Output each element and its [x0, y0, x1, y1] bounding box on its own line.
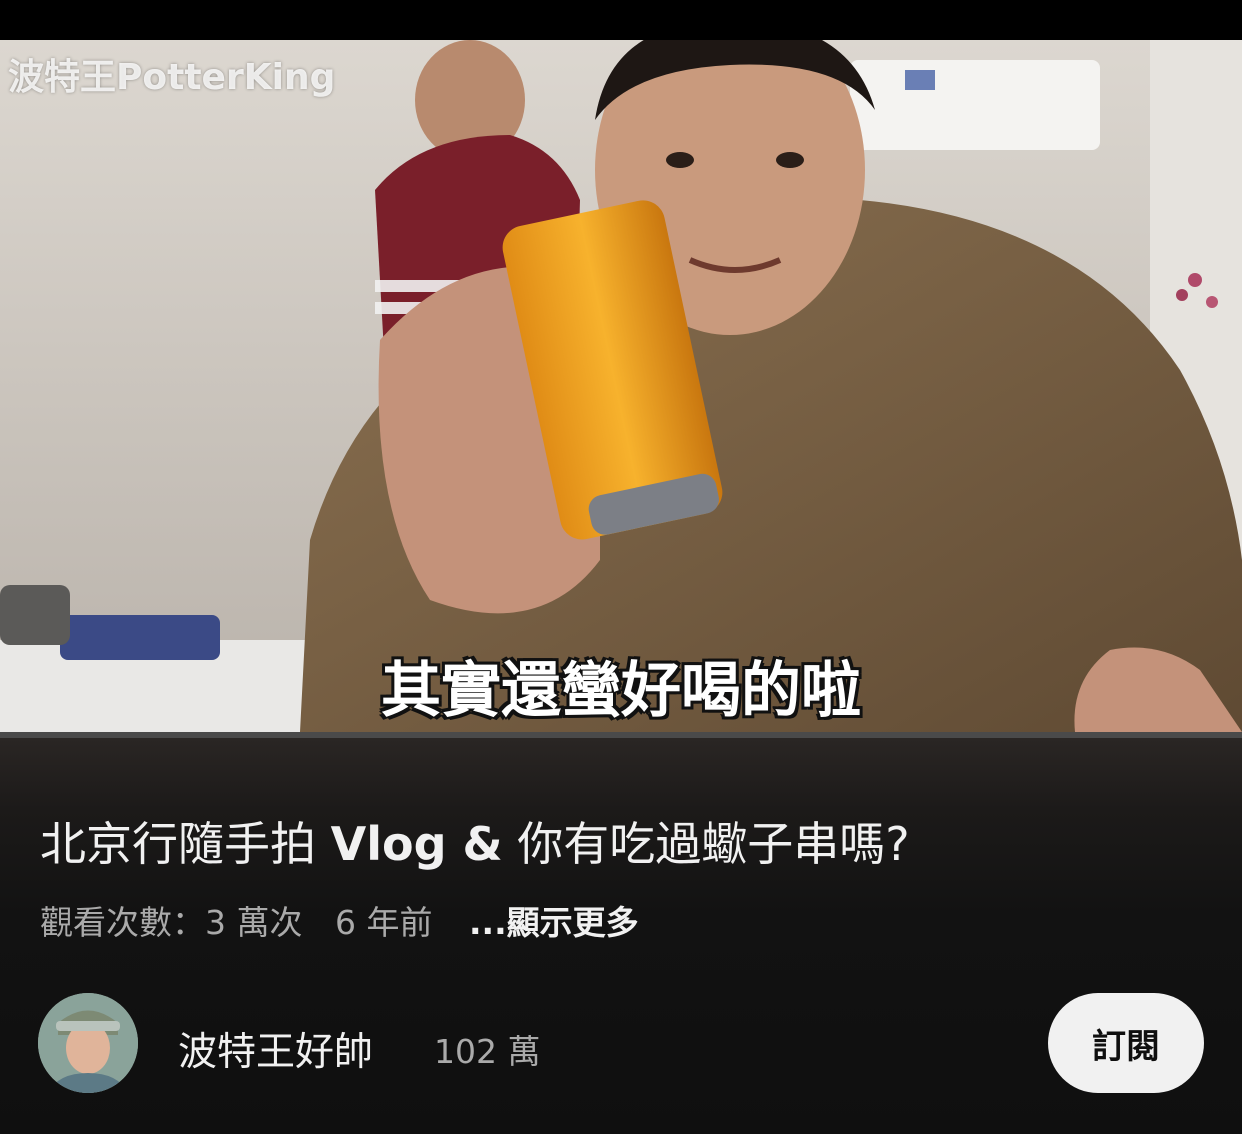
status-area — [0, 0, 1242, 40]
subscribe-button[interactable]: 訂閱 — [1048, 993, 1204, 1093]
video-title[interactable]: 北京行隨手拍 Vlog & 你有吃過蠍子串嗎? — [40, 808, 1220, 874]
video-meta[interactable]: 觀看次數：3 萬次 6 年前 ...顯示更多 — [40, 896, 639, 944]
avatar-icon — [38, 993, 138, 1093]
subscriber-count: 102 萬 — [434, 1032, 541, 1071]
channel-avatar[interactable] — [38, 993, 138, 1093]
video-subtitle: 其實還蠻好喝的啦 — [380, 655, 863, 728]
channel-row: 波特王好帥 102 萬 訂閱 — [0, 993, 1242, 1093]
channel-name[interactable]: 波特王好帥 — [178, 1021, 373, 1077]
title-strong: Vlog & — [330, 817, 503, 871]
video-frame — [0, 40, 1242, 732]
show-more-link[interactable]: ...顯示更多 — [469, 896, 639, 944]
view-count: 觀看次數：3 萬次 — [40, 903, 303, 942]
channel-watermark: 波特王PotterKing — [8, 57, 336, 98]
upload-age: 6 年前 — [335, 903, 433, 942]
video-info-panel: 北京行隨手拍 Vlog & 你有吃過蠍子串嗎? 觀看次數：3 萬次 6 年前 .… — [0, 738, 1242, 1134]
title-part-2: 你有吃過蠍子串嗎? — [502, 817, 910, 871]
app-screen: 波特王PotterKing 其實還蠻好喝的啦 北京行隨手拍 Vlog & 你有吃… — [0, 0, 1242, 1134]
title-part-1: 北京行隨手拍 — [40, 817, 331, 871]
video-player[interactable]: 波特王PotterKing 其實還蠻好喝的啦 — [0, 40, 1242, 732]
